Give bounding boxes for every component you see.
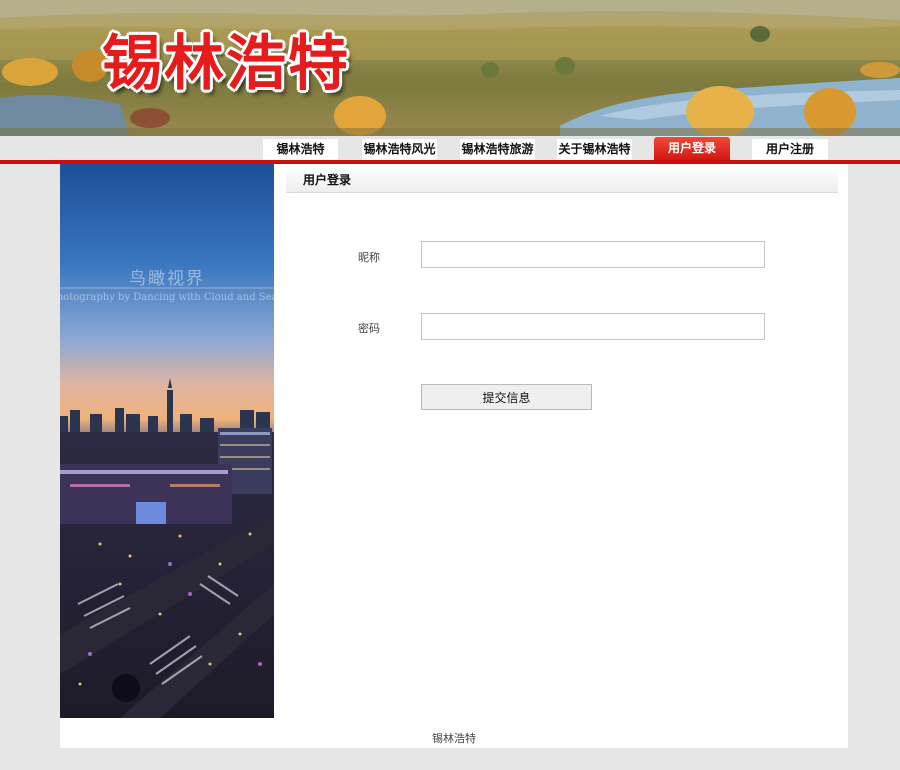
password-input[interactable] [421,313,765,340]
header-banner: 锡林浩特 [0,0,900,136]
footer-text: 锡林浩特 [432,732,476,745]
submit-button[interactable]: 提交信息 [421,384,592,410]
nickname-input[interactable] [421,241,765,268]
nav-item-login[interactable]: 用户登录 [654,137,730,160]
login-panel-header: 用户登录 [286,169,838,193]
site-logo: 锡林浩特 [102,29,350,99]
photo-watermark: 鸟瞰视界 [129,269,205,289]
panel-title: 用户登录 [303,173,352,187]
nav-item-register[interactable]: 用户注册 [752,139,828,160]
nickname-label: 昵称 [358,251,380,264]
city-night-image [60,164,274,718]
password-label: 密码 [358,322,380,335]
nav-item-travel[interactable]: 锡林浩特旅游 [460,139,535,160]
nav-item-scenery[interactable]: 锡林浩特风光 [362,139,437,160]
main-nav: 锡林浩特 锡林浩特风光 锡林浩特旅游 关于锡林浩特 用户登录 用户注册 [0,136,900,160]
nav-item-home[interactable]: 锡林浩特 [263,139,338,160]
side-photo: 鸟瞰视界 Photography by Dancing with Cloud a… [60,164,274,718]
main-content: 鸟瞰视界 Photography by Dancing with Cloud a… [60,164,848,748]
photo-caption: Photography by Dancing with Cloud and Se… [60,292,274,303]
nav-item-about[interactable]: 关于锡林浩特 [557,139,632,160]
